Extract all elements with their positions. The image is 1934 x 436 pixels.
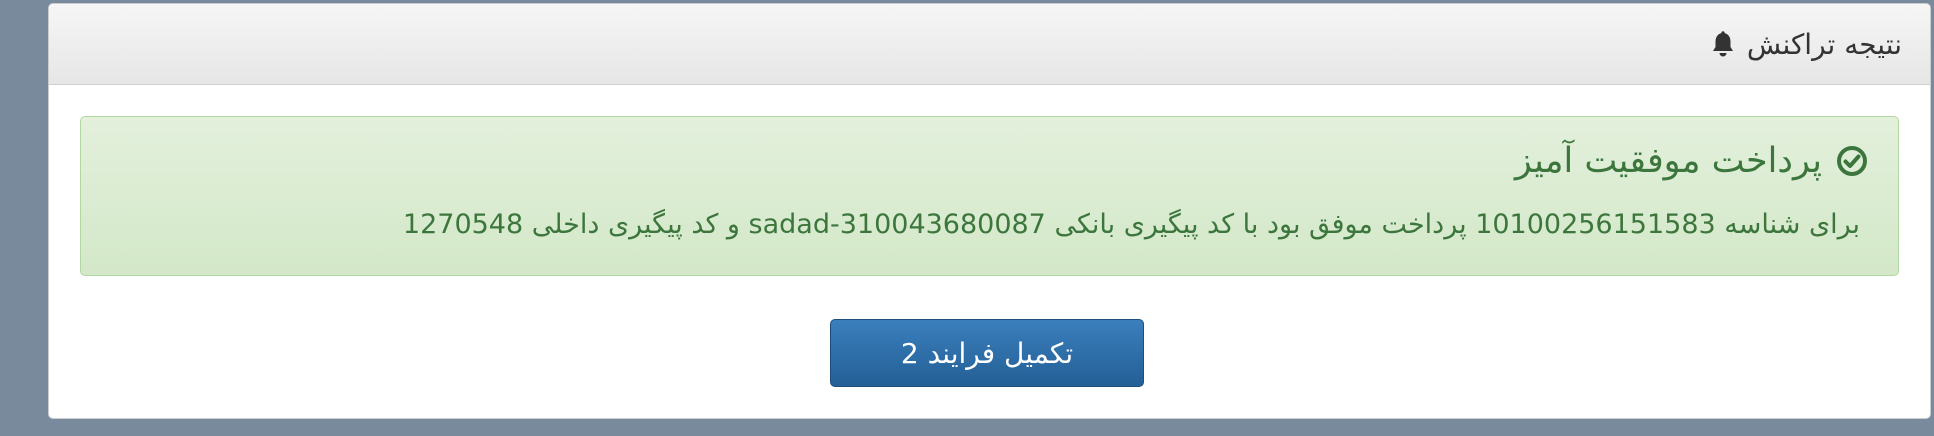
- transaction-result-panel: نتیجه تراکنش پرداخت موفقیت آمیز برای شنا…: [48, 3, 1931, 419]
- bell-icon: [1709, 30, 1737, 60]
- alert-heading: پرداخت موفقیت آمیز: [1515, 141, 1868, 181]
- panel-header: نتیجه تراکنش: [49, 4, 1930, 85]
- complete-process-button[interactable]: تکمیل فرایند 2: [830, 319, 1144, 387]
- success-alert: پرداخت موفقیت آمیز برای شناسه 1010025615…: [80, 116, 1899, 276]
- check-circle-icon: [1836, 145, 1868, 177]
- panel-title-text: نتیجه تراکنش: [1746, 28, 1902, 61]
- panel-title: نتیجه تراکنش: [1709, 4, 1902, 85]
- alert-heading-text: پرداخت موفقیت آمیز: [1514, 141, 1822, 181]
- alert-message: برای شناسه 10100256151583 پرداخت موفق بو…: [402, 209, 1860, 240]
